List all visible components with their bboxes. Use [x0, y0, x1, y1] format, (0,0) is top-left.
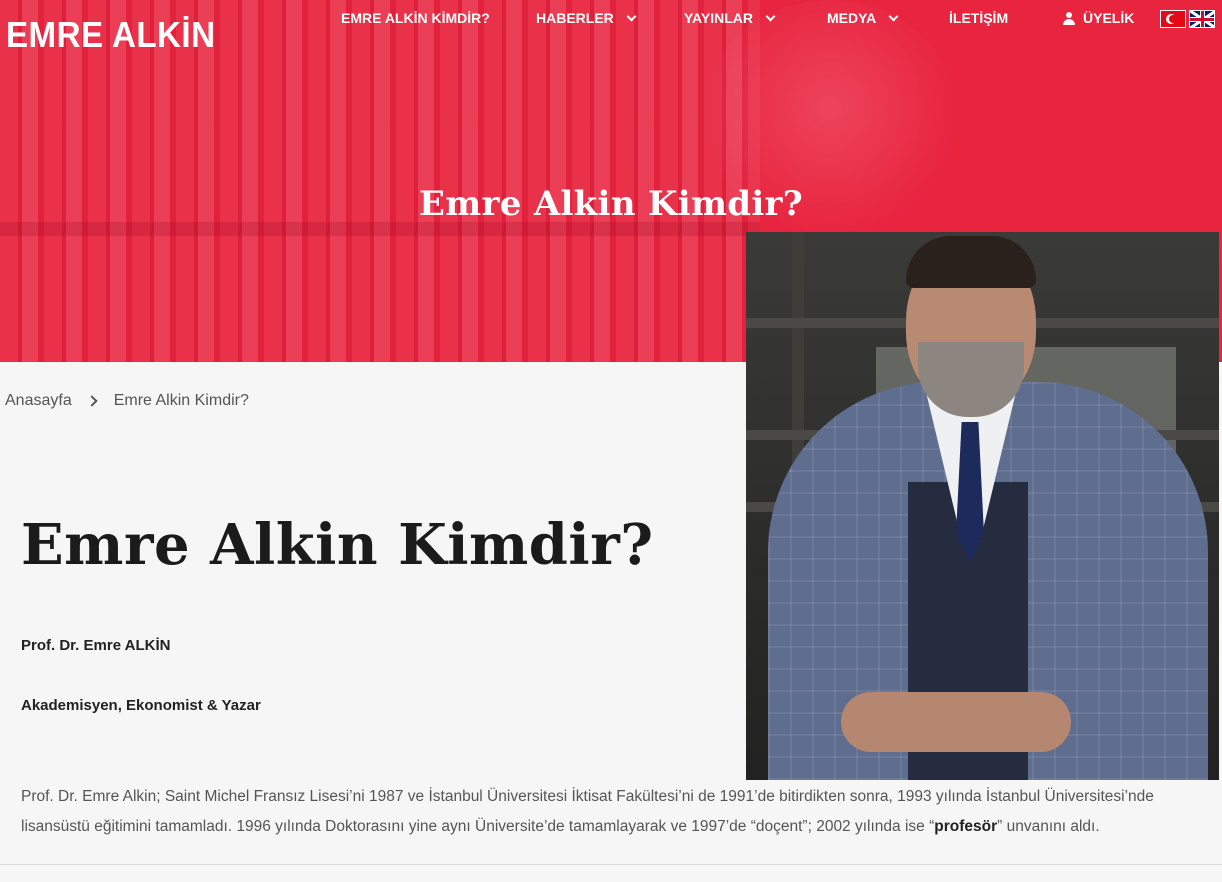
chevron-down-icon	[765, 11, 776, 21]
nav-item-emre-alkin-kimdir[interactable]: EMRE ALKİN KİMDİR?	[341, 10, 490, 26]
person-name: Prof. Dr. Emre ALKİN	[21, 637, 171, 654]
nav-item-label: İLETİŞİM	[949, 10, 1009, 26]
breadcrumb: Anasayfa Emre Alkin Kimdir?	[5, 392, 249, 410]
photo-hair	[906, 236, 1036, 288]
nav-item-medya[interactable]: MEDYA	[827, 10, 899, 26]
nav-item-label: MEDYA	[827, 10, 877, 26]
chevron-right-icon	[86, 395, 98, 407]
breadcrumb-current: Emre Alkin Kimdir?	[113, 392, 249, 409]
bio-text-end: ” unvanını aldı.	[997, 818, 1100, 835]
uk-flag-icon[interactable]	[1189, 10, 1215, 28]
nav-item-label: YAYINLAR	[684, 10, 753, 26]
nav-item-label: ÜYELİK	[1083, 10, 1135, 26]
hero-shelf-divider	[0, 222, 760, 236]
nav-item-iletisim[interactable]: İLETİŞİM	[949, 10, 1008, 26]
chevron-down-icon	[888, 11, 899, 21]
portrait-photo	[746, 232, 1219, 780]
divider	[0, 864, 1222, 865]
nav-item-haberler[interactable]: HABERLER	[536, 10, 637, 26]
tr-flag-icon[interactable]	[1160, 10, 1186, 28]
photo-hands	[841, 692, 1071, 752]
chevron-down-icon	[626, 11, 637, 21]
hero-title: Emre Alkin Kimdir?	[419, 184, 803, 224]
nav-item-uyelik[interactable]: ÜYELİK	[1063, 10, 1134, 26]
site-logo[interactable]: EMRE ALKİN	[6, 14, 215, 56]
nav-item-label: EMRE ALKİN KİMDİR?	[341, 10, 490, 26]
user-icon	[1063, 11, 1075, 25]
nav-item-label: HABERLER	[536, 10, 614, 26]
page-title: Emre Alkin Kimdir?	[21, 512, 654, 578]
nav-item-yayinlar[interactable]: YAYINLAR	[684, 10, 776, 26]
bio-paragraph: Prof. Dr. Emre Alkin; Saint Michel Frans…	[21, 782, 1201, 842]
person-role: Akademisyen, Ekonomist & Yazar	[21, 697, 261, 714]
bio-text-bold: profesör	[934, 818, 998, 835]
breadcrumb-home-link[interactable]: Anasayfa	[5, 392, 72, 410]
